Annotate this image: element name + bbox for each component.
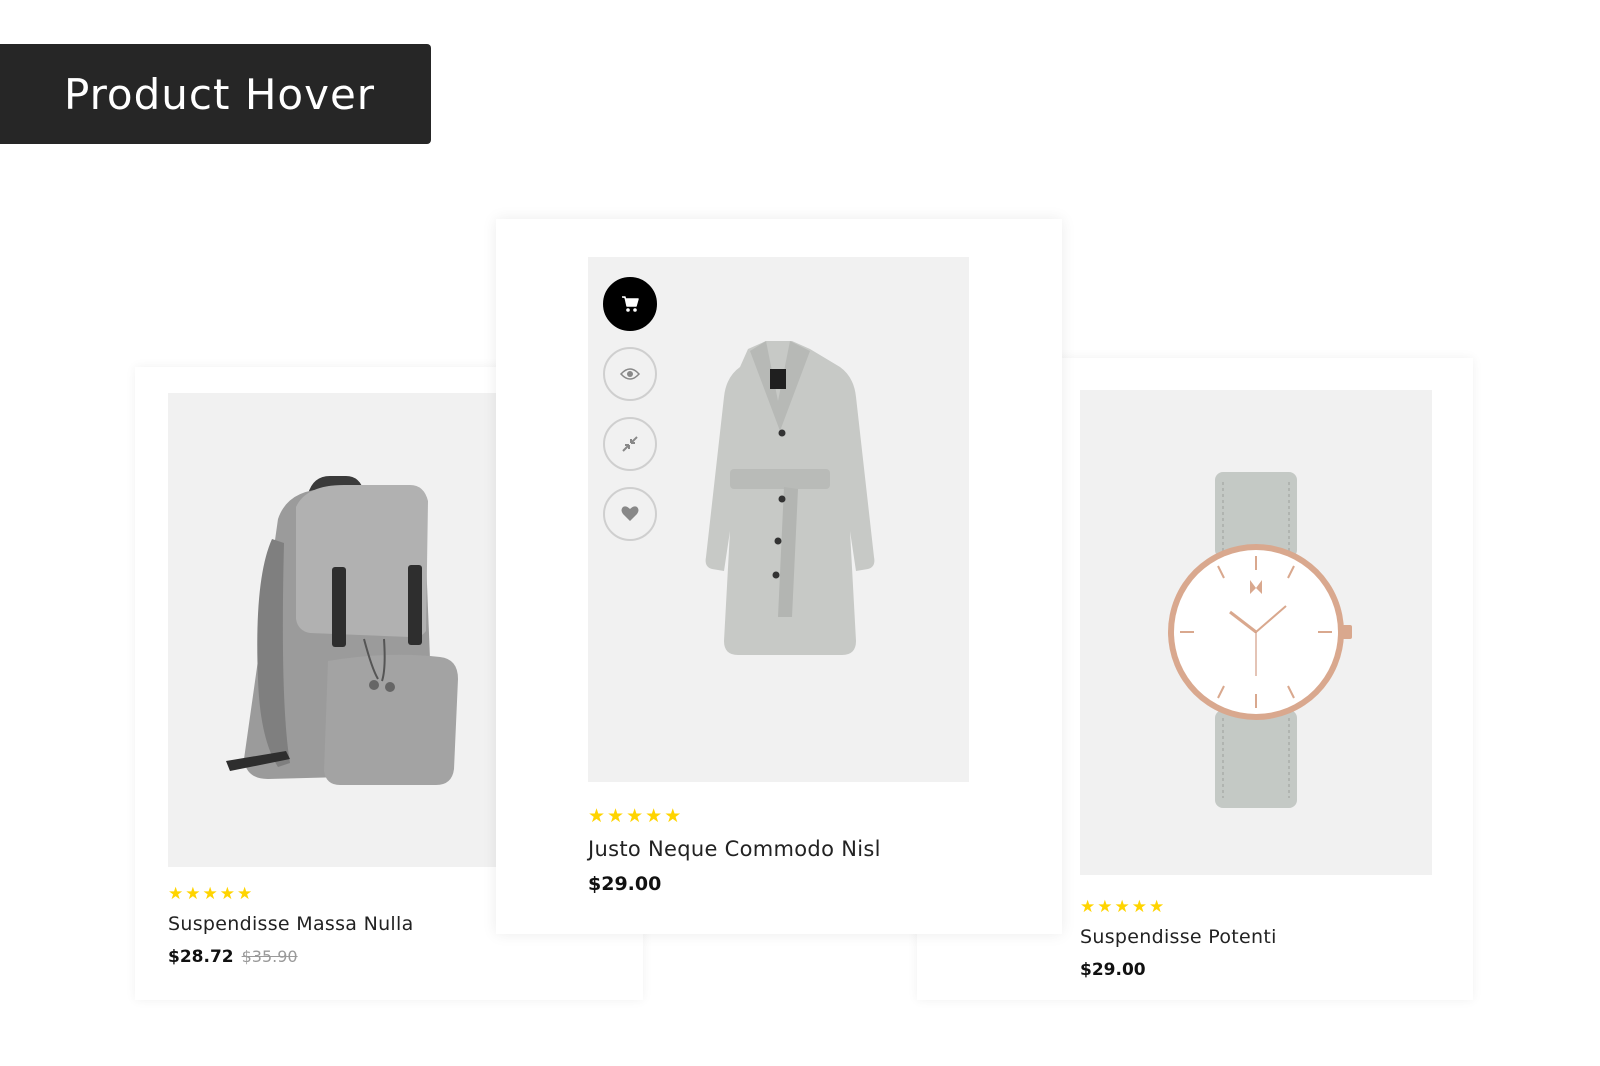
rating-stars: ★ ★ ★ ★ ★ (1080, 898, 1277, 916)
star-icon: ★ (588, 805, 606, 827)
star-icon: ★ (1131, 897, 1147, 917)
eye-icon (620, 368, 640, 380)
product-info: ★ ★ ★ ★ ★ Justo Neque Commodo Nisl $29.0… (588, 805, 881, 896)
section-banner: Product Hover (0, 44, 431, 144)
wishlist-button[interactable] (603, 487, 657, 541)
star-icon: ★ (645, 805, 663, 827)
star-icon: ★ (664, 805, 682, 827)
product-price: $29.00 (1080, 960, 1146, 980)
rating-stars: ★ ★ ★ ★ ★ (168, 885, 414, 903)
product-image[interactable] (588, 257, 969, 782)
price-row: $29.00 (1080, 960, 1277, 980)
price-row: $29.00 (588, 873, 881, 895)
product-image[interactable] (168, 393, 496, 867)
star-icon: ★ (1114, 897, 1130, 917)
watch-image (1168, 472, 1352, 808)
star-icon: ★ (202, 884, 218, 904)
product-price: $29.00 (588, 873, 662, 895)
hover-actions (603, 277, 657, 541)
product-title[interactable]: Suspendisse Potenti (1080, 926, 1277, 948)
quick-view-button[interactable] (603, 347, 657, 401)
price-row: $28.72 $35.90 (168, 947, 414, 967)
star-icon: ★ (1149, 897, 1165, 917)
product-title[interactable]: Justo Neque Commodo Nisl (588, 837, 881, 861)
product-info: ★ ★ ★ ★ ★ Suspendisse Potenti $29.00 (1080, 898, 1277, 980)
star-icon: ★ (1097, 897, 1113, 917)
star-icon: ★ (168, 884, 184, 904)
product-price: $28.72 (168, 947, 234, 967)
add-to-cart-button[interactable] (603, 277, 657, 331)
product-image[interactable] (1080, 390, 1432, 875)
product-title[interactable]: Suspendisse Massa Nulla (168, 913, 414, 935)
star-icon: ★ (607, 805, 625, 827)
product-info: ★ ★ ★ ★ ★ Suspendisse Massa Nulla $28.72… (168, 885, 414, 967)
rating-stars: ★ ★ ★ ★ ★ (588, 805, 881, 827)
cart-icon (622, 296, 639, 312)
compare-button[interactable] (603, 417, 657, 471)
backpack-image (226, 476, 458, 785)
star-icon: ★ (185, 884, 201, 904)
star-icon: ★ (219, 884, 235, 904)
compare-icon (622, 436, 638, 452)
product-old-price: $35.90 (241, 947, 298, 966)
star-icon: ★ (237, 884, 253, 904)
star-icon: ★ (626, 805, 644, 827)
section-title: Product Hover (64, 69, 376, 119)
heart-icon (621, 506, 639, 521)
star-icon: ★ (1080, 897, 1096, 917)
product-card-coat[interactable]: ★ ★ ★ ★ ★ Justo Neque Commodo Nisl $29.0… (496, 219, 1062, 934)
